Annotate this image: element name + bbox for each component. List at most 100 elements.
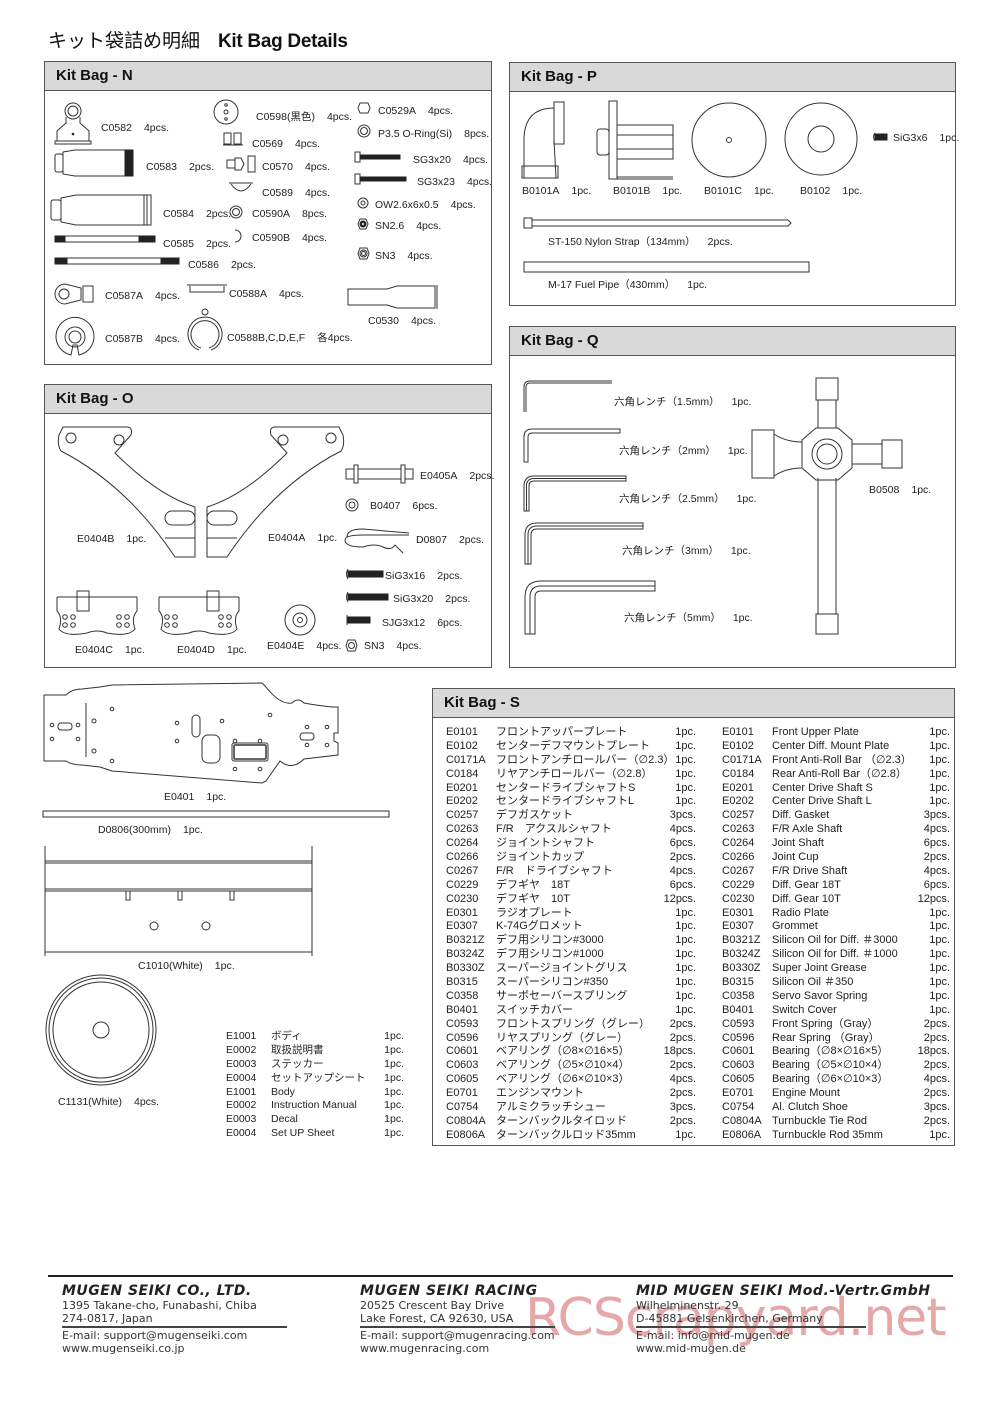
table-row: E0701 エンジンマウント 2pcs. xyxy=(446,1087,696,1101)
kit-bag-p-title: Kit Bag - P xyxy=(510,63,955,92)
part-name: Silicon Oil for Diff. ＃1000 xyxy=(772,948,898,961)
part-qty: 1pc. xyxy=(384,1043,404,1056)
part-code: C0229 xyxy=(722,878,755,891)
table-row: E0701 Engine Mount 2pcs. xyxy=(722,1087,950,1101)
part-qty: 2pcs. xyxy=(669,1031,696,1044)
part-code: E0701 xyxy=(446,1087,478,1100)
part-name: Silicon Oil ＃350 xyxy=(772,976,854,989)
part-qty: 2pcs. xyxy=(669,1114,696,1127)
part-qty: 1pc. xyxy=(675,976,696,989)
table-row: E0101 フロントアッパープレート 1pc. xyxy=(446,726,696,740)
part-qty: 4pcs. xyxy=(669,864,696,877)
table-row: C0257 デフガスケット 3pcs. xyxy=(446,809,696,823)
part-qty: 1pc. xyxy=(675,767,696,780)
part-name: ターンバックルロッド35mm xyxy=(496,1128,636,1141)
part-name: センタードライブシャフトS xyxy=(496,781,636,794)
part-qty: 1pc. xyxy=(384,1057,404,1070)
parts-table-ja: E0101 フロントアッパープレート 1pc. E0102 センターデフマウントプレート… xyxy=(446,726,696,1143)
part-name: Silicon Oil for Diff. ＃3000 xyxy=(772,934,898,947)
part-name: Center Drive Shaft S xyxy=(772,781,873,794)
part-e0404c-icon xyxy=(57,587,137,643)
company-website[interactable]: www.mid-mugen.de xyxy=(636,1342,866,1355)
part-c0586-icon xyxy=(55,257,179,265)
part-name: セットアップシート xyxy=(271,1071,366,1084)
part-c0530-label: C0530 4pcs. xyxy=(368,315,437,327)
part-qty: 1pc. xyxy=(929,1128,950,1141)
part-qty: 18pcs. xyxy=(663,1045,696,1058)
part-name: F/R アクスルシャフト xyxy=(496,823,612,836)
part-code: C0267 xyxy=(722,864,755,877)
hex-wrench-1-5-label: 六角レンチ（1.5mm） 1pc. xyxy=(614,396,752,408)
part-c0587a-icon xyxy=(53,283,95,305)
part-code: B0401 xyxy=(722,1003,754,1016)
table-row: C0596 Rear Spring （Gray） 2pcs. xyxy=(722,1032,950,1046)
part-sg3x20-label: SG3x20 4pcs. xyxy=(413,154,489,166)
hex-wrench-5-icon xyxy=(523,579,657,635)
part-qty: 2pcs. xyxy=(669,851,696,864)
part-b0101b-label: B0101B 1pc. xyxy=(613,185,683,197)
part-qty: 2pcs. xyxy=(923,1017,950,1030)
table-row: C0358 Servo Savor Spring 1pc. xyxy=(722,990,950,1004)
part-c0585-icon xyxy=(55,235,155,243)
part-name: Center Drive Shaft L xyxy=(772,795,872,808)
table-row: B0315 スーパーシリコン#350 1pc. xyxy=(446,976,696,990)
part-code: B0330Z xyxy=(446,962,485,975)
part-c0530-icon xyxy=(347,285,441,309)
table-row: B0330Z スーパージョイントグリス 1pc. xyxy=(446,962,696,976)
part-b0102-label: B0102 1pc. xyxy=(800,185,863,197)
part-code: C0229 xyxy=(446,878,479,891)
part-name: Turnbuckle Tie Rod xyxy=(772,1114,867,1127)
part-d0807-icon xyxy=(343,525,413,553)
part-c0529a-label: C0529A 4pcs. xyxy=(378,105,454,117)
part-name: Radio Plate xyxy=(772,906,829,919)
part-name: デフ用シリコン#3000 xyxy=(496,934,604,947)
part-name: 取扱説明書 xyxy=(271,1043,324,1056)
part-qty: 4pcs. xyxy=(669,823,696,836)
part-code: B0315 xyxy=(446,976,478,989)
part-qty: 2pcs. xyxy=(923,1087,950,1100)
company-email[interactable]: E-mail: support@mugenracing.com xyxy=(360,1329,555,1342)
company-address-2: D-45881 Gelsenkirchen, Germany xyxy=(636,1312,823,1325)
company-address-2: 274-0817, Japan xyxy=(62,1312,153,1325)
company-email[interactable]: E-mail: info@mid-mugen.de xyxy=(636,1329,866,1342)
hex-wrench-2-5-icon xyxy=(522,474,628,512)
company-website[interactable]: www.mugenseiki.co.jp xyxy=(62,1342,287,1355)
part-qty: 6pcs. xyxy=(669,837,696,850)
part-code: C0257 xyxy=(722,809,755,822)
table-row: C0266 Joint Cup 2pcs. xyxy=(722,851,950,865)
part-name: Bearing（∅6×∅10×3） xyxy=(772,1073,889,1086)
table-row: E0201 Center Drive Shaft S 1pc. xyxy=(722,782,950,796)
hex-wrench-1-5-icon xyxy=(522,379,614,413)
part-code: B0324Z xyxy=(446,948,485,961)
chassis-e0401-label: E0401 1pc. xyxy=(164,791,227,803)
company-address-1: 1395 Takane-cho, Funabashi, Chiba xyxy=(62,1299,257,1312)
part-c0589-label: C0589 4pcs. xyxy=(262,187,331,199)
part-code: C0596 xyxy=(722,1031,755,1044)
part-o-ring-label: P3.5 O-Ring(Si) 8pcs. xyxy=(378,128,490,140)
part-name: Turnbuckle Rod 35mm xyxy=(772,1128,883,1141)
part-sig3x20-icon xyxy=(345,592,389,602)
part-sg3x20-icon xyxy=(355,152,401,162)
part-c0587a-label: C0587A 4pcs. xyxy=(105,290,181,302)
part-name: Grommet xyxy=(772,920,818,933)
part-name: Switch Cover xyxy=(772,1003,837,1016)
table-row: E0002 取扱説明書 1pc. xyxy=(226,1044,404,1058)
cross-wrench-b0508-icon xyxy=(750,376,910,636)
part-b0101c-icon xyxy=(690,101,768,179)
part-code: C0264 xyxy=(446,837,479,850)
part-name: デフギヤ 10T xyxy=(496,892,570,905)
part-b0101a-icon xyxy=(520,100,570,180)
company-website[interactable]: www.mugenracing.com xyxy=(360,1342,555,1355)
part-qty: 1pc. xyxy=(929,989,950,1002)
table-row: E0201 センタードライブシャフトS 1pc. xyxy=(446,782,696,796)
company-email[interactable]: E-mail: support@mugenseiki.com xyxy=(62,1329,287,1342)
part-name: F/R Drive Shaft xyxy=(772,864,848,877)
hex-wrench-2-icon xyxy=(522,427,622,463)
part-code: C0601 xyxy=(446,1045,479,1058)
kit-bag-p-panel: Kit Bag - P B0101A 1pc. B0101B 1pc. B0101C… xyxy=(509,62,959,306)
part-sig3x16-label: SiG3x16 2pcs. xyxy=(385,570,463,582)
part-name: フロントアッパープレート xyxy=(496,726,628,738)
kit-bag-o-panel: Kit Bag - O E0404B 1pc. E0404A 1pc. E0405A… xyxy=(44,384,494,668)
part-sig3x20-label: SiG3x20 2pcs. xyxy=(393,593,471,605)
table-row: C0230 Diff. Gear 10T 12pcs. xyxy=(722,893,950,907)
